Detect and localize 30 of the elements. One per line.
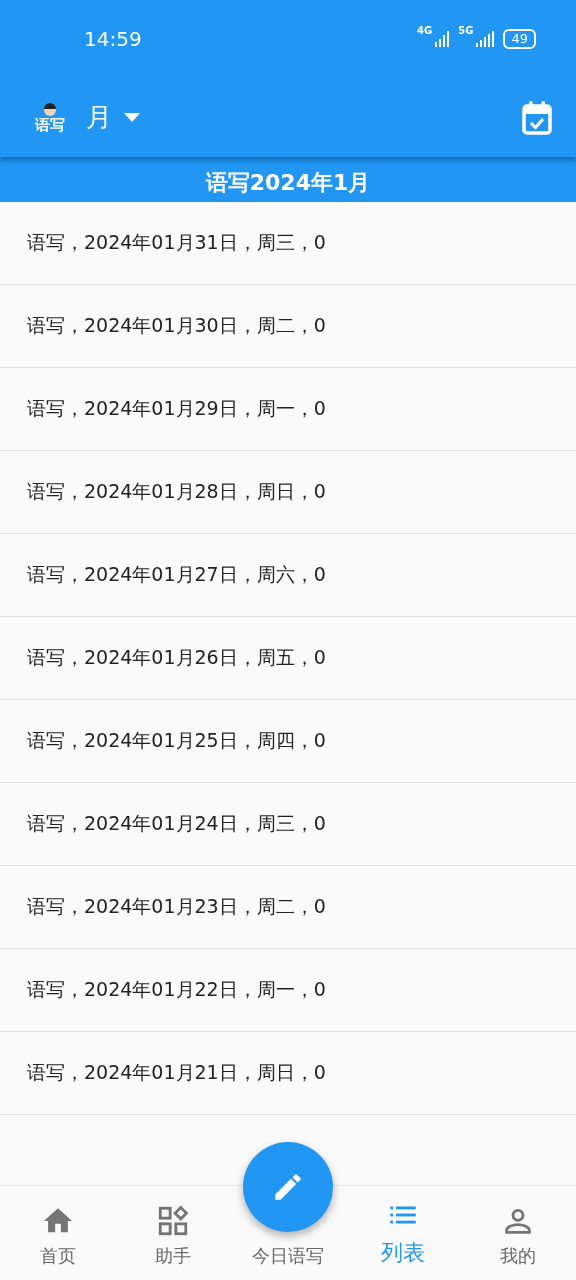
list-item[interactable]: 语写，2024年01月26日，周五，0 (0, 617, 576, 700)
calendar-check-icon[interactable] (522, 100, 552, 135)
list-item[interactable]: 语写，2024年01月29日，周一，0 (0, 368, 576, 451)
list-item[interactable]: 语写，2024年01月27日，周六，0 (0, 534, 576, 617)
nav-label: 我的 (500, 1244, 537, 1268)
nav-label: 首页 (39, 1244, 76, 1268)
list-item[interactable]: 语写，2024年01月21日，周日，0 (0, 1032, 576, 1115)
edit-button[interactable] (243, 1142, 333, 1232)
list-item[interactable]: 语写，2024年01月25日，周四，0 (0, 700, 576, 783)
nav-tab[interactable]: 今日语写 (252, 1244, 324, 1268)
nav-tab[interactable]: 我的 (460, 1186, 576, 1280)
signal-icon (435, 31, 450, 47)
nav-label: 助手 (154, 1244, 191, 1268)
nav-tab[interactable]: 助手 (115, 1186, 231, 1280)
nav-label: 列表 (381, 1239, 426, 1267)
month-header: 语写2024年1月 (0, 157, 576, 202)
list-item[interactable]: 语写，2024年01月24日，周三，0 (0, 783, 576, 866)
list-item[interactable]: 语写，2024年01月22日，周一，0 (0, 949, 576, 1032)
app-logo: 语写 (30, 102, 70, 133)
list-item[interactable]: 语写，2024年01月31日，周三，0 (0, 202, 576, 285)
network-type: 5G (458, 25, 474, 36)
nav-tab[interactable]: 首页 (0, 1186, 116, 1280)
network-type: 4G (417, 25, 433, 36)
list-item[interactable]: 语写，2024年01月30日，周二，0 (0, 285, 576, 368)
list-item[interactable]: 语写，2024年01月23日，周二，0 (0, 866, 576, 949)
status-time: 14:59 (84, 27, 142, 51)
list-item[interactable]: 语写，2024年01月28日，周日，0 (0, 451, 576, 534)
signal-icon (476, 31, 495, 47)
caret-icon (124, 112, 140, 123)
battery-level: 49 (503, 29, 536, 49)
